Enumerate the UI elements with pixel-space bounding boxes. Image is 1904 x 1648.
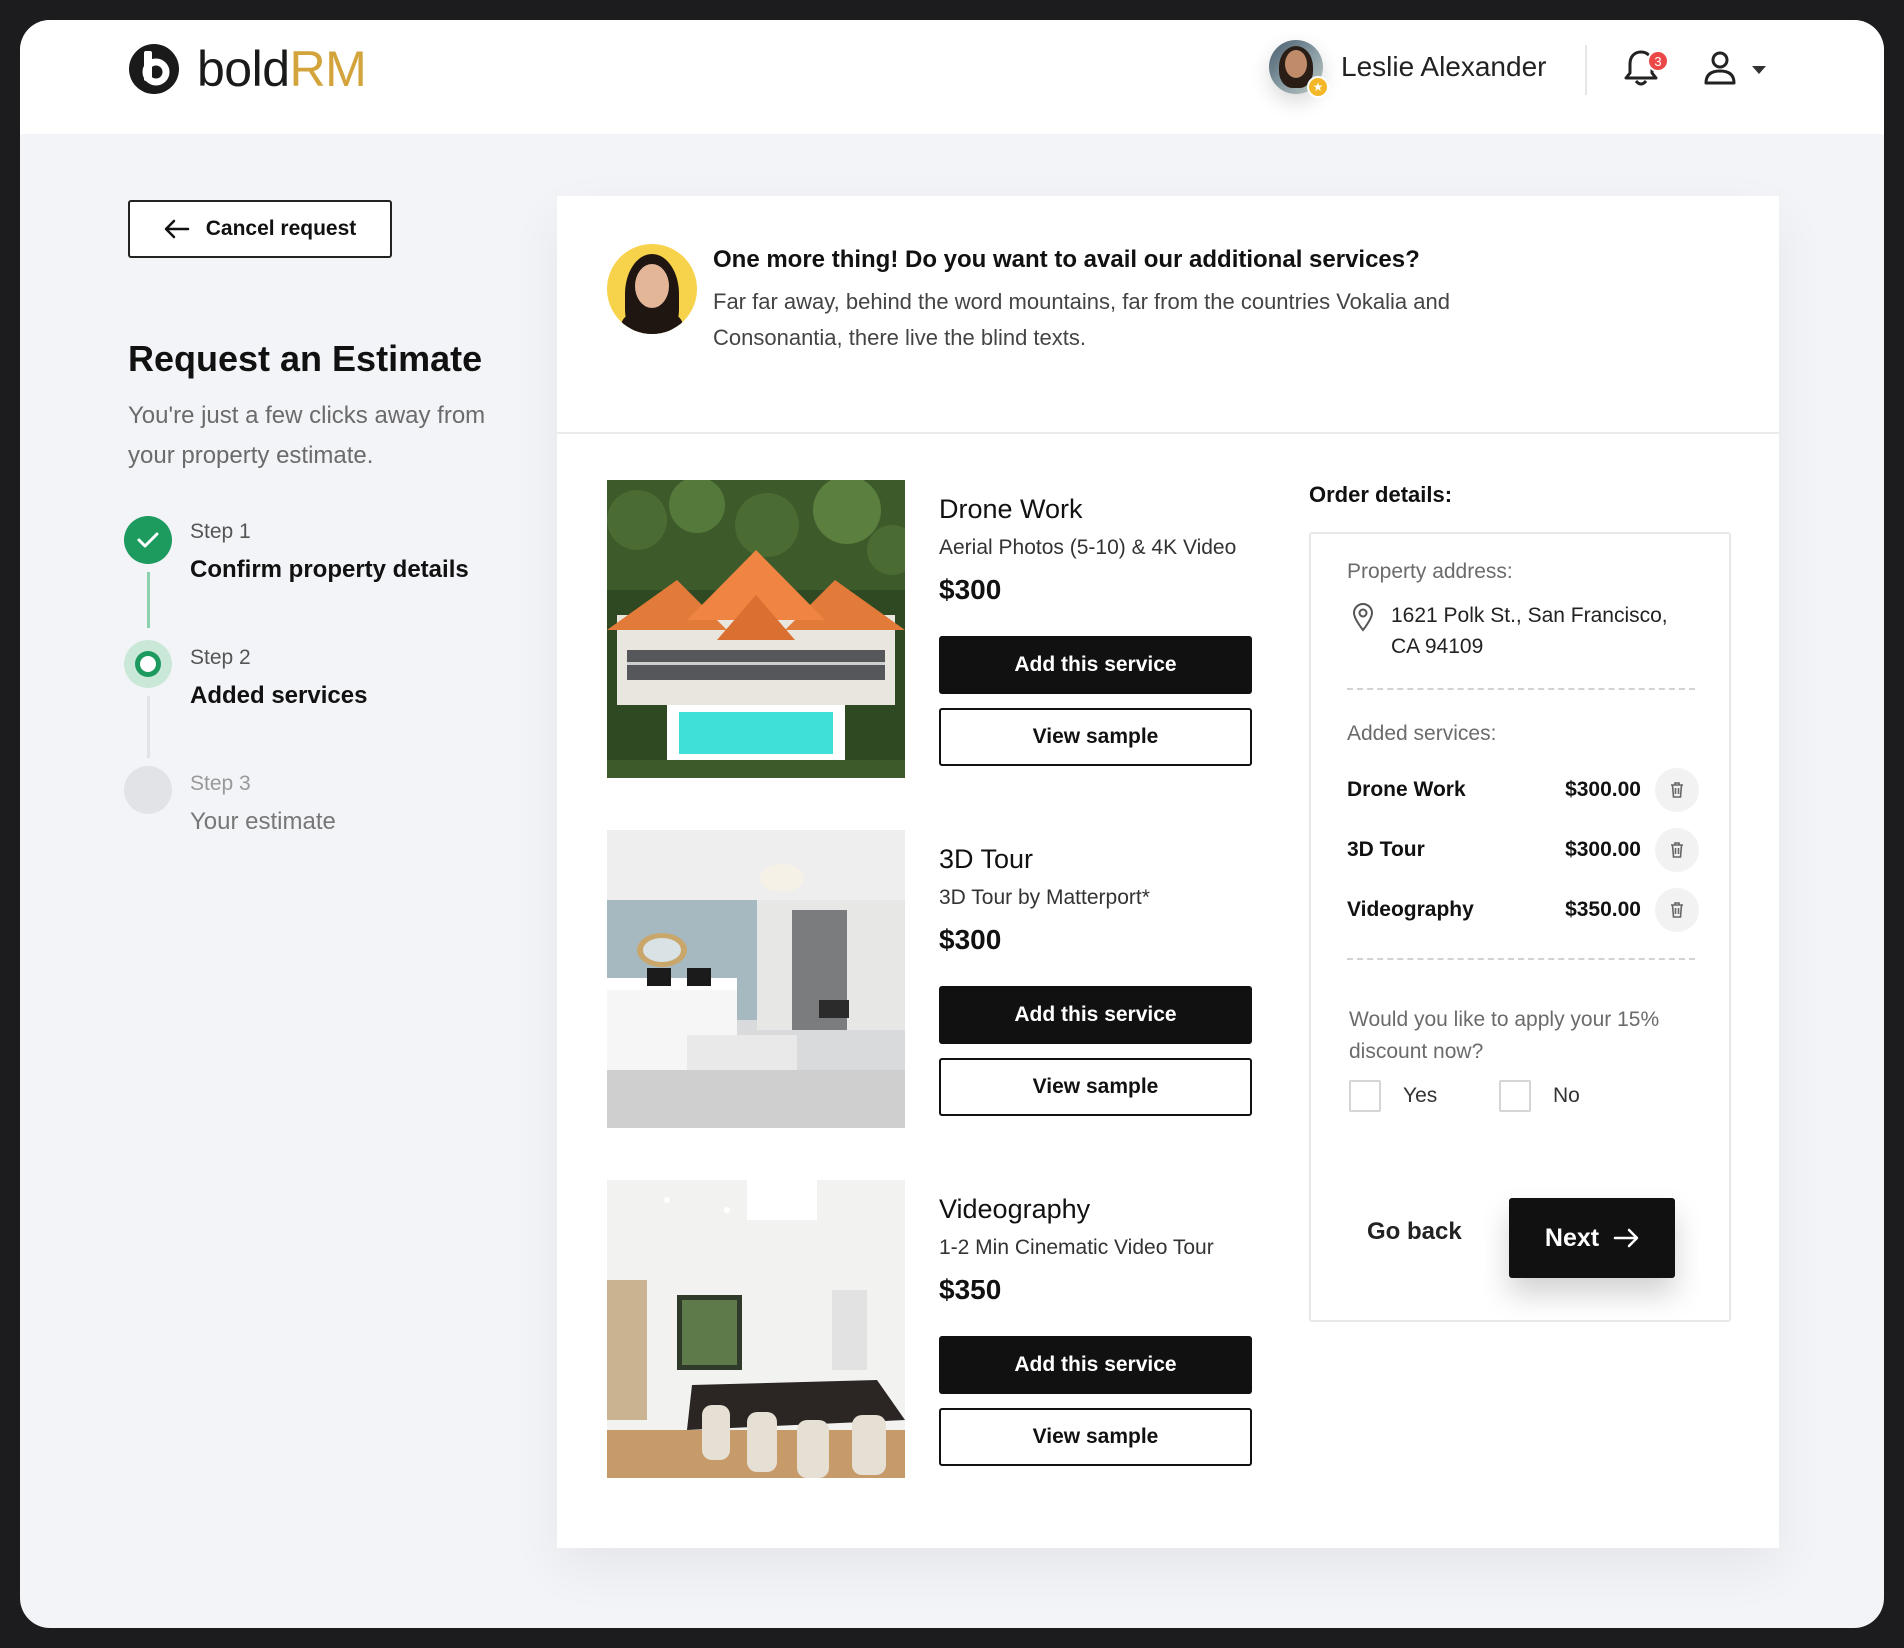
order-details-title: Order details: [1309, 482, 1453, 507]
assistant-avatar [607, 244, 697, 334]
chevron-down-icon[interactable] [1752, 66, 1766, 74]
banner-text: Far far away, behind the word mountains,… [713, 289, 1450, 350]
step-3-label: Step 3 [190, 772, 251, 795]
order-line-item: Drone Work $300.00 [1347, 768, 1699, 812]
order-details-panel: Property address: 1621 Polk St., San Fra… [1309, 532, 1731, 1322]
view-sample-button[interactable]: View sample [939, 1058, 1252, 1116]
step-connector [147, 572, 150, 628]
add-service-button[interactable]: Add this service [939, 986, 1252, 1044]
arrow-right-icon [1613, 1228, 1639, 1248]
service-description: Aerial Photos (5-10) & 4K Video [939, 536, 1237, 559]
dashed-divider [1347, 688, 1695, 690]
service-price: $300 [939, 924, 1002, 955]
service-image-drone [607, 480, 905, 778]
logo[interactable]: boldRM [127, 40, 367, 98]
page-subtitle: You're just a few clicks away from your … [128, 402, 486, 469]
header-divider [1585, 45, 1587, 95]
add-service-button[interactable]: Add this service [939, 1336, 1252, 1394]
view-sample-button[interactable]: View sample [939, 1408, 1252, 1466]
dashed-divider [1347, 958, 1695, 960]
service-image-3d-tour [607, 830, 905, 1128]
logo-text-bold: bold [197, 41, 290, 97]
arrow-left-icon [164, 219, 189, 239]
notification-badge: 3 [1647, 50, 1669, 72]
top-bar: boldRM ★ Leslie Alexander 3 [20, 20, 1884, 134]
divider [557, 432, 1779, 434]
step-1-complete-icon [124, 516, 172, 564]
service-image-videography [607, 1180, 905, 1478]
order-line-item: 3D Tour $300.00 [1347, 828, 1699, 872]
avatar: ★ [1269, 40, 1329, 98]
service-name: 3D Tour [939, 844, 1034, 874]
service-description: 3D Tour by Matterport* [939, 886, 1150, 909]
service-description: 1-2 Min Cinematic Video Tour [939, 1236, 1214, 1259]
yes-checkbox[interactable] [1349, 1080, 1381, 1112]
trash-icon[interactable] [1655, 888, 1699, 932]
service-price: $350 [939, 1274, 1002, 1305]
order-item-price: $300.00 [1565, 838, 1641, 861]
page-title: Request an Estimate [128, 338, 483, 379]
property-address-label: Property address: [1347, 560, 1513, 583]
step-3-pending-icon [124, 766, 172, 814]
app-window: boldRM ★ Leslie Alexander 3 Cancel reque… [20, 20, 1884, 1628]
trash-icon[interactable] [1655, 828, 1699, 872]
main-card: One more thing! Do you want to avail our… [557, 196, 1779, 1548]
step-1-title: Confirm property details [190, 556, 469, 583]
trash-icon[interactable] [1655, 768, 1699, 812]
no-label: No [1553, 1084, 1580, 1107]
cancel-request-button[interactable]: Cancel request [128, 200, 392, 258]
step-2-current-icon [124, 640, 172, 688]
service-price: $300 [939, 574, 1002, 605]
yes-label: Yes [1403, 1084, 1438, 1107]
added-services-label: Added services: [1347, 722, 1497, 745]
logo-mark-icon [129, 44, 179, 94]
order-item-name: 3D Tour [1347, 838, 1425, 861]
step-connector [147, 696, 150, 758]
star-icon: ★ [1307, 76, 1329, 98]
order-item-price: $300.00 [1565, 778, 1641, 801]
step-2-label: Step 2 [190, 646, 251, 669]
logo-text: boldRM [197, 40, 367, 98]
logo-text-rm: RM [289, 41, 367, 97]
order-item-name: Drone Work [1347, 778, 1466, 801]
no-checkbox[interactable] [1499, 1080, 1531, 1112]
go-back-button[interactable]: Go back [1367, 1218, 1462, 1246]
next-button[interactable]: Next [1509, 1198, 1675, 1278]
banner-title: One more thing! Do you want to avail our… [713, 246, 1420, 273]
add-service-button[interactable]: Add this service [939, 636, 1252, 694]
cancel-request-label: Cancel request [205, 217, 357, 240]
next-label: Next [1544, 1223, 1600, 1252]
step-2-title: Added services [190, 682, 368, 709]
service-name: Videography [939, 1194, 1091, 1224]
step-3-title: Your estimate [190, 808, 336, 835]
user-name: Leslie Alexander [1341, 51, 1547, 82]
user-icon[interactable] [1703, 50, 1737, 86]
order-item-name: Videography [1347, 898, 1474, 921]
location-pin-icon [1352, 603, 1374, 632]
order-line-item: Videography $350.00 [1347, 888, 1699, 932]
property-address: 1621 Polk St., San Francisco, CA 94109 [1391, 604, 1668, 658]
service-name: Drone Work [939, 494, 1083, 524]
user-profile[interactable]: ★ Leslie Alexander [1269, 40, 1547, 98]
discount-question: Would you like to apply your 15% discoun… [1349, 1008, 1660, 1063]
step-1-label: Step 1 [190, 520, 251, 543]
view-sample-button[interactable]: View sample [939, 708, 1252, 766]
order-item-price: $350.00 [1565, 898, 1641, 921]
